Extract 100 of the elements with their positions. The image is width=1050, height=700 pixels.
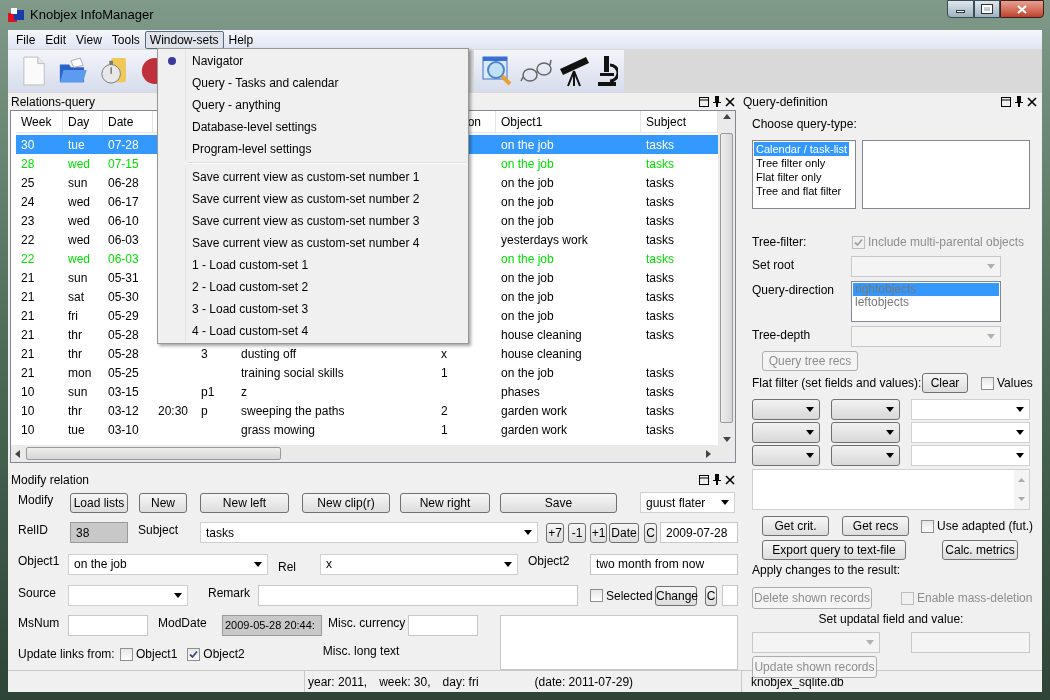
table-cell[interactable]: fri	[63, 306, 103, 325]
menu-item[interactable]: Program-level settings	[158, 138, 468, 160]
menu-item[interactable]: 4 - Load custom-set 4	[158, 320, 468, 342]
table-cell[interactable]: sun	[63, 173, 103, 192]
input-field[interactable]: 2009-07-28	[660, 522, 738, 543]
table-cell[interactable]: on the job	[496, 306, 641, 325]
table-cell[interactable]: 21	[16, 268, 63, 287]
table-cell[interactable]: thr	[63, 401, 103, 420]
table-cell[interactable]: 06-28	[103, 173, 153, 192]
button[interactable]: New clip(r)	[302, 492, 390, 513]
menu-item[interactable]: 2 - Load custom-set 2	[158, 276, 468, 298]
table-cell[interactable]: 23	[16, 211, 63, 230]
table-cell[interactable]: tue	[63, 420, 103, 439]
table-cell[interactable]: wed	[63, 230, 103, 249]
button[interactable]: C	[644, 522, 657, 543]
menu-item[interactable]: Query - Tasks and calendar	[158, 72, 468, 94]
column-header[interactable]: Week	[21, 112, 52, 131]
table-cell[interactable]: on the job	[496, 268, 641, 287]
table-cell[interactable]: 03-10	[103, 420, 153, 439]
input-field[interactable]	[722, 585, 738, 606]
table-cell[interactable]: 3	[196, 344, 236, 363]
input-field[interactable]: 38	[70, 522, 128, 543]
dropdown[interactable]	[752, 445, 820, 466]
table-cell[interactable]: thr	[63, 325, 103, 344]
button[interactable]: Change	[655, 585, 697, 606]
search-icon[interactable]	[482, 55, 514, 87]
table-cell[interactable]: 05-25	[103, 363, 153, 382]
menu-item[interactable]: Navigator	[158, 50, 468, 72]
input-field[interactable]	[258, 585, 578, 606]
table-cell[interactable]: house cleaning	[496, 325, 641, 344]
table-cell[interactable]: 22	[16, 230, 63, 249]
button[interactable]: Get crit.	[762, 516, 829, 536]
table-cell[interactable]: house cleaning	[496, 344, 641, 363]
menu-item[interactable]: 3 - Load custom-set 3	[158, 298, 468, 320]
checkbox[interactable]	[120, 647, 133, 661]
table-cell[interactable]: sun	[63, 382, 103, 401]
close-icon[interactable]	[725, 474, 735, 485]
table-cell[interactable]: on the job	[496, 192, 641, 211]
table-cell[interactable]: sun	[63, 268, 103, 287]
menu-bar-item[interactable]: Tools	[106, 30, 145, 49]
table-cell[interactable]: wed	[63, 192, 103, 211]
list-item[interactable]: Flat filter only	[754, 170, 824, 184]
table-cell[interactable]: tasks	[641, 382, 718, 401]
table-cell[interactable]: wed	[63, 211, 103, 230]
table-cell[interactable]: p	[196, 401, 236, 420]
menu-item[interactable]: Database-level settings	[158, 116, 468, 138]
table-cell[interactable]: x	[436, 344, 496, 363]
telescope-icon[interactable]	[558, 55, 590, 87]
table-cell[interactable]: training social skills	[236, 363, 436, 382]
table-cell[interactable]: yesterdays work	[496, 230, 641, 249]
dropdown[interactable]	[831, 399, 900, 420]
table-cell[interactable]: 06-10	[103, 211, 153, 230]
button[interactable]: Load lists	[70, 492, 128, 513]
column-header[interactable]: Day	[68, 112, 90, 131]
dropdown[interactable]: x	[320, 553, 518, 575]
table-cell[interactable]: dusting off	[236, 344, 436, 363]
table-cell[interactable]: 03-12	[103, 401, 153, 420]
dropdown[interactable]: on the job	[68, 553, 268, 575]
button[interactable]: New	[139, 492, 187, 513]
table-cell[interactable]: thr	[63, 344, 103, 363]
close-icon[interactable]	[1027, 96, 1037, 107]
table-cell[interactable]: 10	[16, 382, 63, 401]
table-cell[interactable]: 05-30	[103, 287, 153, 306]
menu-item[interactable]: Save current view as custom-set number 4	[158, 232, 468, 254]
menu-bar-item[interactable]: View	[71, 30, 107, 49]
table-cell[interactable]: 21	[16, 287, 63, 306]
maximize-button[interactable]	[974, 0, 1000, 18]
close-button[interactable]	[1000, 0, 1044, 18]
button[interactable]: Date	[609, 522, 639, 543]
float-icon[interactable]	[699, 474, 709, 485]
table-cell[interactable]: tasks	[641, 363, 718, 382]
table-cell[interactable]: tasks	[641, 230, 718, 249]
button[interactable]: Clear	[922, 373, 968, 393]
list-box[interactable]: Calendar / task-list Tree filter only Flat filter only Tree and flat filter	[752, 140, 856, 209]
button[interactable]: +1	[590, 522, 607, 543]
menu-bar-item[interactable]: Help	[223, 30, 259, 49]
table-cell[interactable]: 05-31	[103, 268, 153, 287]
dropdown[interactable]	[752, 422, 820, 443]
pin-icon[interactable]	[1015, 96, 1023, 107]
button[interactable]: Save	[500, 492, 617, 513]
button[interactable]: +7	[546, 522, 564, 543]
table-cell[interactable]: sweeping the paths	[236, 401, 436, 420]
table-cell[interactable]: tasks	[641, 192, 718, 211]
table-cell[interactable]: 21	[16, 306, 63, 325]
button[interactable]: C	[705, 585, 717, 606]
dropdown[interactable]	[831, 445, 900, 466]
table-cell[interactable]: tasks	[641, 268, 718, 287]
menu-bar-item[interactable]: File	[11, 30, 41, 49]
pin-icon[interactable]	[713, 474, 721, 485]
column-header[interactable]: Subject	[646, 112, 687, 131]
column-header[interactable]: Date	[108, 112, 134, 131]
list-item[interactable]: Tree and flat filter	[754, 184, 844, 198]
menu-item[interactable]: Query - anything	[158, 94, 468, 116]
menu-item[interactable]: 1 - Load custom-set 1	[158, 254, 468, 276]
table-cell[interactable]: 05-29	[103, 306, 153, 325]
scroll-right-icon[interactable]	[706, 449, 711, 458]
menu-item[interactable]: Save current view as custom-set number 3	[158, 210, 468, 232]
table-cell[interactable]: mon	[63, 363, 103, 382]
table-cell[interactable]: tasks	[641, 211, 718, 230]
table-cell[interactable]: 05-28	[103, 325, 153, 344]
